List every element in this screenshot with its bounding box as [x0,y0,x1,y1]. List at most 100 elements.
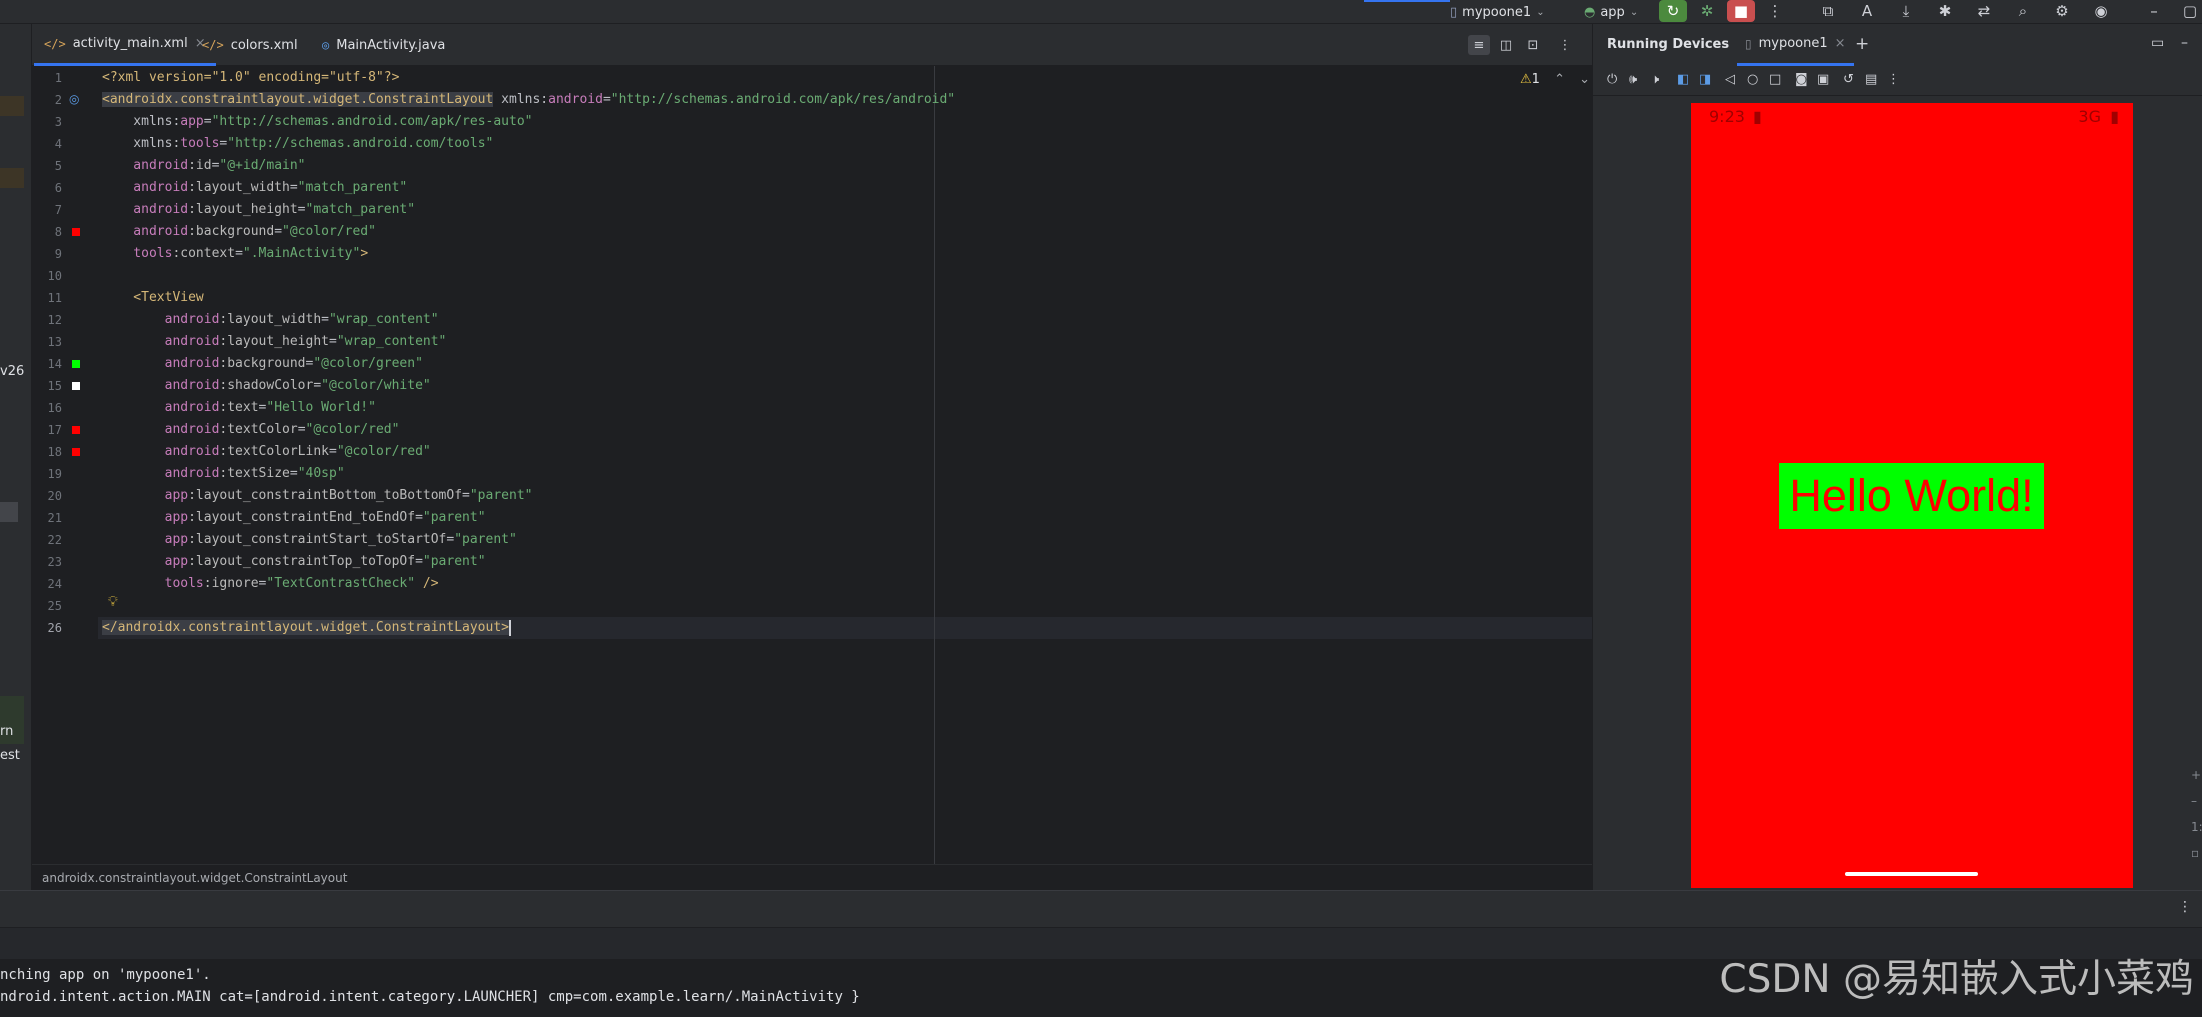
code-line[interactable]: tools:context=".MainActivity"> [102,243,368,265]
code-line[interactable]: android:textColor="@color/red" [102,419,400,441]
project-tree-fragment[interactable]: est [0,748,20,763]
code-line[interactable]: app:layout_constraintEnd_toEndOf="parent… [102,507,486,529]
design-view-button[interactable]: ⊡ [1522,35,1544,55]
code-line[interactable]: android:shadowColor="@color/white" [102,375,431,397]
project-tree-fragment[interactable]: rn [0,724,13,739]
layout-preview-icon[interactable]: ◎ [69,92,79,106]
code-line[interactable]: xmlns:app="http://schemas.android.com/ap… [102,111,533,133]
code-view-button[interactable]: ≡ [1468,35,1490,55]
project-tree-fragment[interactable]: v26 [0,364,24,379]
breadcrumb-item[interactable]: androidx.constraintlayout.widget.Constra… [42,871,347,885]
code-token: = [328,444,337,459]
minimize-button[interactable]: – [2140,0,2168,22]
code-line[interactable]: android:layout_height="wrap_content" [102,331,447,353]
color-swatch-icon[interactable] [72,382,80,390]
volume-up-icon[interactable]: 🕪︎ [1629,72,1637,87]
more-actions-button[interactable]: ⋮ [1761,0,1789,22]
search-button[interactable]: ⌕ [2009,0,2037,22]
split-view-button[interactable]: ◫ [1495,35,1517,55]
code-line[interactable]: android:id="@+id/main" [102,155,305,177]
gesture-home-bar[interactable] [1845,872,1978,876]
rotate-right-icon[interactable]: ◨ [1699,72,1711,87]
device-manager-button[interactable]: ⧉ [1814,0,1842,22]
code-line[interactable]: xmlns:tools="http://schemas.android.com/… [102,133,493,155]
settings-button[interactable]: ⚙ [2048,0,2076,22]
fit-screen-icon[interactable]: ▫ [2191,846,2199,860]
code-line[interactable]: app:layout_constraintBottom_toBottomOf="… [102,485,533,507]
rotate-left-icon[interactable]: ◧ [1677,72,1689,87]
back-icon[interactable]: ◁ [1725,72,1735,87]
reset-icon[interactable]: ↺ [1843,72,1854,87]
add-device-button[interactable]: + [1855,34,1869,54]
code-line[interactable]: </androidx.constraintlayout.widget.Const… [102,617,511,639]
code-line[interactable]: <TextView [102,287,203,309]
inspection-widget[interactable]: ⚠1 ⌃ ⌄ [1520,72,1590,87]
debug-button[interactable]: ✲ [1693,0,1721,22]
code-line[interactable]: tools:ignore="TextContrastCheck" /> [102,573,439,595]
code-line[interactable]: <androidx.constraintlayout.widget.Constr… [102,89,955,111]
color-swatch-icon[interactable] [72,426,80,434]
window-options-button[interactable]: ▭ [2151,35,2164,51]
translate-button[interactable]: A [1853,0,1881,22]
plugins-button[interactable]: ✱ [1931,0,1959,22]
code-token: "http://schemas.android.com/apk/res-auto… [211,114,533,129]
code-line[interactable]: <?xml version="1.0" encoding="utf-8"?> [102,67,399,89]
hide-panel-button[interactable]: – [2181,35,2188,51]
code-line[interactable]: android:textSize="40sp" [102,463,345,485]
zoom-ratio-icon[interactable]: 1: [2191,820,2202,834]
device-selector[interactable]: ▯ mypoone1 ⌄ [1450,0,1545,24]
editor-more-button[interactable]: ⋮ [1554,35,1576,55]
code-line[interactable]: app:layout_constraintTop_toTopOf="parent… [102,551,486,573]
code-token: "@color/green" [313,356,423,371]
code-token: app [102,554,189,569]
device-screen[interactable]: 9:23 ▮ 3G ▮ Hello World! [1691,103,2133,888]
run-config-selector[interactable]: ◓ app ⌄ [1584,0,1638,24]
code-line[interactable]: android:text="Hello World!" [102,397,376,419]
code-line[interactable]: android:background="@color/green" [102,353,423,375]
tab-colors-xml[interactable]: </> colors.xml [192,24,308,66]
code-area[interactable]: <?xml version="1.0" encoding="utf-8"?> <a… [102,66,1592,864]
code-token: "@color/red" [305,422,400,437]
tab-activity-main-xml[interactable]: </> activity_main.xml × [34,24,216,66]
code-token: = [297,202,306,217]
code-line[interactable]: android:textColorLink="@color/red" [102,441,431,463]
code-line[interactable]: app:layout_constraintStart_toStartOf="pa… [102,529,517,551]
color-swatch-icon[interactable] [72,228,80,236]
chevron-down-icon[interactable]: ⌄ [1579,72,1590,87]
color-swatch-icon[interactable] [72,360,80,368]
volume-down-icon[interactable]: 🕨︎ [1651,72,1659,87]
code-token: :layout_height [188,202,298,217]
code-line[interactable]: android:layout_height="match_parent" [102,199,415,221]
code-editor[interactable]: 1 2 3 4 5 6 7 8 9 10 11 12 13 14 15 16 17 18 19 20 21 22 23 24 2… [32,66,1592,864]
device-toolbar: ⏻ 🕪︎ 🕨︎ ◧ ◨ ◁ ○ □ ◙ ▣ ↺ ▤ ⋮ [1593,66,2202,96]
tab-mainactivity-java[interactable]: ◎ MainActivity.java [312,24,455,66]
apply-changes-button[interactable]: ↻ [1659,0,1687,22]
more-vertical-icon[interactable]: ⋮ [2178,899,2192,915]
maximize-button[interactable]: ▢ [2176,0,2202,22]
code-line[interactable]: android:layout_width="match_parent" [102,177,407,199]
stop-button[interactable]: ■ [1727,0,1755,22]
sdk-manager-button[interactable]: ⤓ [1892,0,1920,22]
code-line[interactable]: android:background="@color/red" [102,221,376,243]
more-vertical-icon[interactable]: ⋮ [1887,72,1900,87]
tab-device[interactable]: ▯ mypoone1 × [1737,24,1854,66]
code-token: <androidx.constraintlayout.widget.Constr… [102,92,494,107]
left-tool-strip: v26 rn est [0,24,32,890]
device-frame-icon[interactable]: ▤ [1865,72,1877,87]
home-icon[interactable]: ○ [1747,72,1758,87]
chevron-up-icon[interactable]: ⌃ [1554,72,1565,87]
overview-icon[interactable]: □ [1769,72,1781,87]
sync-button[interactable]: ⇄ [1970,0,1998,22]
minus-icon[interactable]: – [2191,794,2197,808]
code-line[interactable]: android:layout_width="wrap_content" [102,309,439,331]
color-swatch-icon[interactable] [72,448,80,456]
camera-icon[interactable]: ◙ [1795,72,1808,87]
close-icon[interactable]: × [1835,36,1846,51]
record-icon[interactable]: ▣ [1817,72,1829,87]
power-icon[interactable]: ⏻ [1607,72,1617,87]
run-config-label: app [1600,4,1625,20]
lightbulb-icon[interactable]: 💡︎ [108,594,118,610]
plus-icon[interactable]: + [2191,768,2201,782]
account-button[interactable]: ◉ [2087,0,2115,22]
hello-world-textview: Hello World! [1779,463,2044,529]
